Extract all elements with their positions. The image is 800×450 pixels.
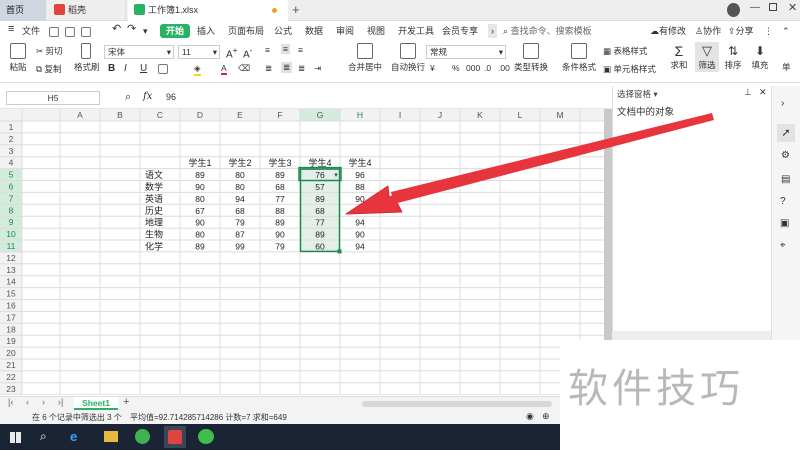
annotation-arrow-layer [345,113,714,215]
red-arrow-shaft [391,113,714,204]
